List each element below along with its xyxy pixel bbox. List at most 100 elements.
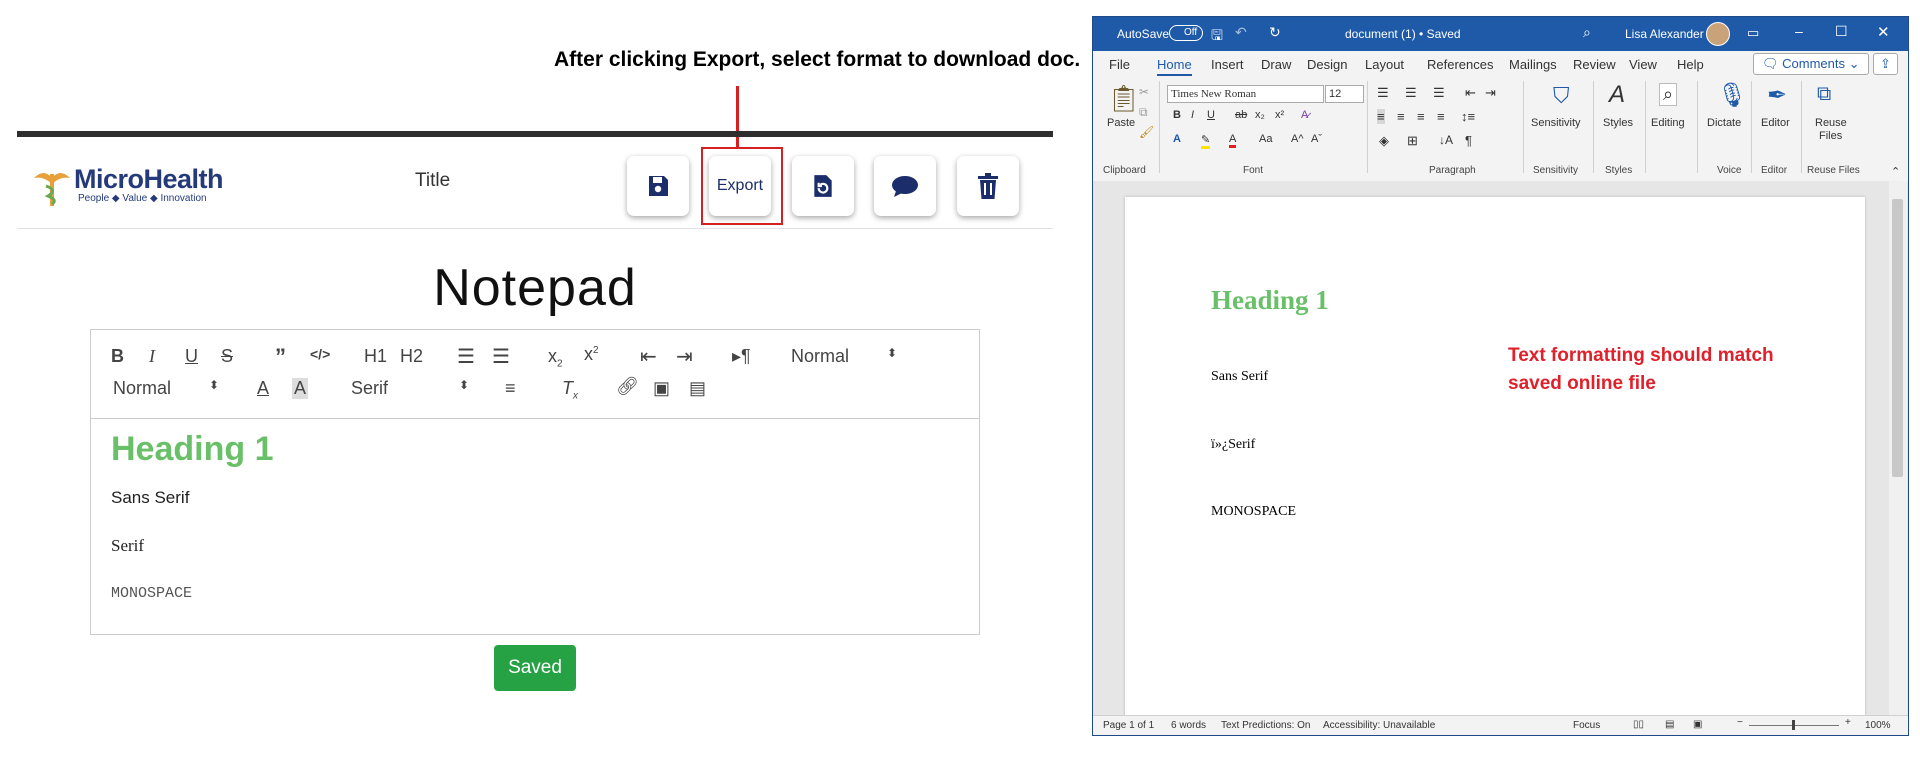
indent-icon[interactable]: ⇥ [676,344,693,369]
autosave-toggle[interactable]: Off [1169,25,1204,41]
code-block-icon[interactable]: </> [310,346,330,362]
heading2-button[interactable]: H2 [400,346,423,367]
editor-button[interactable]: Editor [1761,117,1790,129]
ordered-list-icon[interactable]: ☰ [457,344,475,369]
text-color-icon[interactable]: A [257,378,269,399]
borders-icon[interactable]: ⊞ [1407,133,1418,149]
focus-button[interactable]: Focus [1573,720,1600,731]
reuse-files-icon[interactable]: ⧉ [1817,83,1831,106]
status-accessibility[interactable]: Accessibility: Unavailable [1323,720,1435,731]
zoom-slider-thumb[interactable] [1792,720,1795,730]
bullets-icon[interactable]: ☰ [1377,85,1389,101]
paste-label[interactable]: Paste [1107,117,1135,129]
subscript-icon[interactable]: x2 [548,346,563,370]
change-case-icon[interactable]: Aa [1259,133,1272,145]
font-size-box[interactable]: 12 [1325,85,1364,103]
saved-button[interactable]: Saved [494,645,576,691]
tab-draw[interactable]: Draw [1261,57,1291,72]
tab-file[interactable]: File [1109,57,1130,72]
microphone-icon[interactable]: 🎙︎ [1717,81,1747,110]
comments-button[interactable]: 🗨︎ Comments ⌄ [1753,53,1869,75]
share-icon[interactable]: ⇪ [1873,53,1898,75]
align-left-icon[interactable]: ≡ [1377,109,1385,124]
clear-format-icon[interactable]: Tx [562,378,578,402]
show-marks-icon[interactable]: ¶ [1465,133,1472,148]
status-page[interactable]: Page 1 of 1 [1103,720,1154,731]
justify-icon[interactable]: ≡ [1437,109,1445,124]
reuse-button-line1[interactable]: Reuse [1815,117,1847,129]
tab-mailings[interactable]: Mailings [1509,57,1557,72]
numbering-icon[interactable]: ☰ [1405,85,1417,101]
increase-indent-icon[interactable]: ⇥ [1485,85,1496,101]
tab-insert[interactable]: Insert [1211,57,1244,72]
undo-icon[interactable]: ↶ [1235,24,1247,41]
sort-icon[interactable]: ↓A [1439,133,1453,147]
bold-icon[interactable]: B [111,346,124,367]
save-button[interactable] [627,156,689,216]
decrease-indent-icon[interactable]: ⇤ [1465,85,1476,101]
bullet-list-icon[interactable]: ☰ [492,344,510,369]
align-right-icon[interactable]: ≡ [1417,109,1425,124]
status-predictions[interactable]: Text Predictions: On [1221,720,1310,731]
zoom-in-icon[interactable]: + [1845,717,1851,728]
delete-button[interactable] [957,156,1019,216]
align-center-icon[interactable]: ≡ [1397,109,1405,124]
superscript-icon[interactable]: x2 [584,344,599,365]
minimize-icon[interactable]: – [1795,23,1803,39]
size-select[interactable]: Normal [113,378,171,399]
format-painter-icon[interactable]: 🖌︎ [1139,125,1154,139]
sensitivity-icon[interactable]: ⛉ [1553,83,1570,109]
font-name-box[interactable]: Times New Roman [1167,85,1324,103]
tab-design[interactable]: Design [1307,57,1347,72]
web-layout-icon[interactable]: ▣ [1693,719,1702,730]
document-title[interactable]: Title [415,170,450,192]
dictate-button[interactable]: Dictate [1707,117,1741,129]
styles-icon[interactable]: A [1609,81,1625,109]
status-words[interactable]: 6 words [1171,720,1206,731]
comment-button[interactable] [874,156,936,216]
strikethrough-icon[interactable]: ab [1235,109,1247,121]
sensitivity-button[interactable]: Sensitivity [1531,117,1581,129]
underline-icon[interactable]: U [185,346,198,367]
highlight-icon[interactable]: ✎ [1201,133,1211,149]
text-direction-icon[interactable]: ▸¶ [732,346,751,367]
user-name[interactable]: Lisa Alexander [1625,27,1704,41]
avatar[interactable] [1706,22,1730,46]
tab-help[interactable]: Help [1677,57,1704,72]
link-icon[interactable]: 🔗︎ [616,376,639,397]
tab-references[interactable]: References [1427,57,1493,72]
multilevel-list-icon[interactable]: ☰ [1433,85,1445,101]
read-mode-icon[interactable]: ▯▯ [1633,719,1644,730]
blockquote-icon[interactable]: ” [275,344,286,370]
zoom-level[interactable]: 100% [1865,720,1891,731]
tab-review[interactable]: Review [1573,57,1616,72]
restore-button[interactable] [792,156,854,216]
reuse-button-line2[interactable]: Files [1819,130,1842,142]
shrink-font-icon[interactable]: Aˇ [1311,133,1322,145]
redo-icon[interactable]: ↻ [1269,24,1281,41]
tab-home[interactable]: Home [1157,57,1192,76]
font-select[interactable]: Serif [351,378,388,399]
outdent-icon[interactable]: ⇤ [640,344,657,369]
font-color-icon[interactable]: A [1229,133,1237,148]
ribbon-display-icon[interactable]: ▭ [1747,25,1759,41]
save-icon[interactable]: 🖫︎ [1211,25,1223,49]
paste-icon[interactable]: 📋︎ [1107,83,1140,114]
search-icon[interactable]: ⌕ [1583,24,1591,41]
find-icon[interactable]: ⌕ [1659,83,1678,106]
shading-icon[interactable]: ◈ [1379,133,1389,149]
zoom-out-icon[interactable]: − [1737,717,1743,728]
editor-pen-icon[interactable]: ✒ [1767,81,1787,110]
grow-font-icon[interactable]: A^ [1291,133,1304,145]
clear-formatting-icon[interactable]: A̷ [1301,109,1308,121]
microhealth-logo[interactable]: MicroHealth People ◆ Value ◆ Innovation [30,162,230,208]
underline-icon[interactable]: U [1207,109,1215,121]
strike-icon[interactable]: S [221,346,233,367]
cut-icon[interactable]: ✂ [1139,85,1149,99]
print-layout-icon[interactable]: ▤ [1665,719,1674,730]
superscript-icon[interactable]: x² [1275,109,1284,121]
collapse-ribbon-icon[interactable]: ⌃ [1891,165,1900,178]
editing-button[interactable]: Editing [1651,117,1685,129]
copy-icon[interactable]: ⧉ [1139,105,1148,120]
image-icon[interactable]: ▣ [653,378,670,399]
